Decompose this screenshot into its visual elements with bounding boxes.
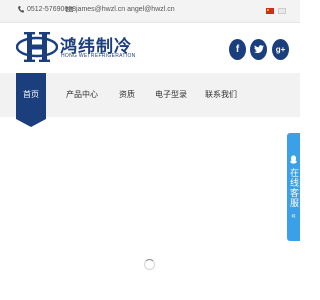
mail-icon: [66, 7, 73, 12]
logo-mark-icon: [15, 32, 59, 62]
online-service-label: 在线客服: [289, 168, 299, 208]
phone-icon: [18, 6, 24, 13]
nav-item-products[interactable]: 产品中心: [64, 73, 100, 117]
nav-item-catalog[interactable]: 电子型录: [150, 73, 192, 117]
logo[interactable]: [15, 30, 59, 64]
loading-spinner-icon: [144, 259, 155, 270]
online-service-tab[interactable]: 在线客服 «: [287, 133, 300, 241]
nav-item-contact[interactable]: 联系我们: [200, 73, 242, 117]
cn-flag-icon[interactable]: [266, 8, 274, 14]
en-flag-icon[interactable]: [278, 8, 286, 14]
twitter-icon[interactable]: [250, 39, 267, 60]
googleplus-icon[interactable]: g+: [272, 39, 289, 60]
main-nav: 首页 产品中心 资质 电子型录 联系我们: [0, 73, 300, 127]
qq-icon: [290, 155, 297, 164]
top-bar: 0512-57690688 james@hwzl.cn angel@hwzl.c…: [0, 0, 300, 23]
nav-item-qualifications[interactable]: 资质: [112, 73, 142, 117]
email-info: james@hwzl.cn angel@hwzl.cn: [66, 6, 175, 13]
brand-subtitle: HONG WEI REFRIGERATION: [61, 53, 136, 59]
twitter-bird-icon: [253, 45, 264, 54]
email-address: james@hwzl.cn angel@hwzl.cn: [76, 6, 175, 13]
facebook-icon[interactable]: f: [229, 39, 246, 60]
nav-item-home[interactable]: 首页: [16, 73, 46, 127]
collapse-arrow-icon[interactable]: «: [291, 211, 295, 220]
